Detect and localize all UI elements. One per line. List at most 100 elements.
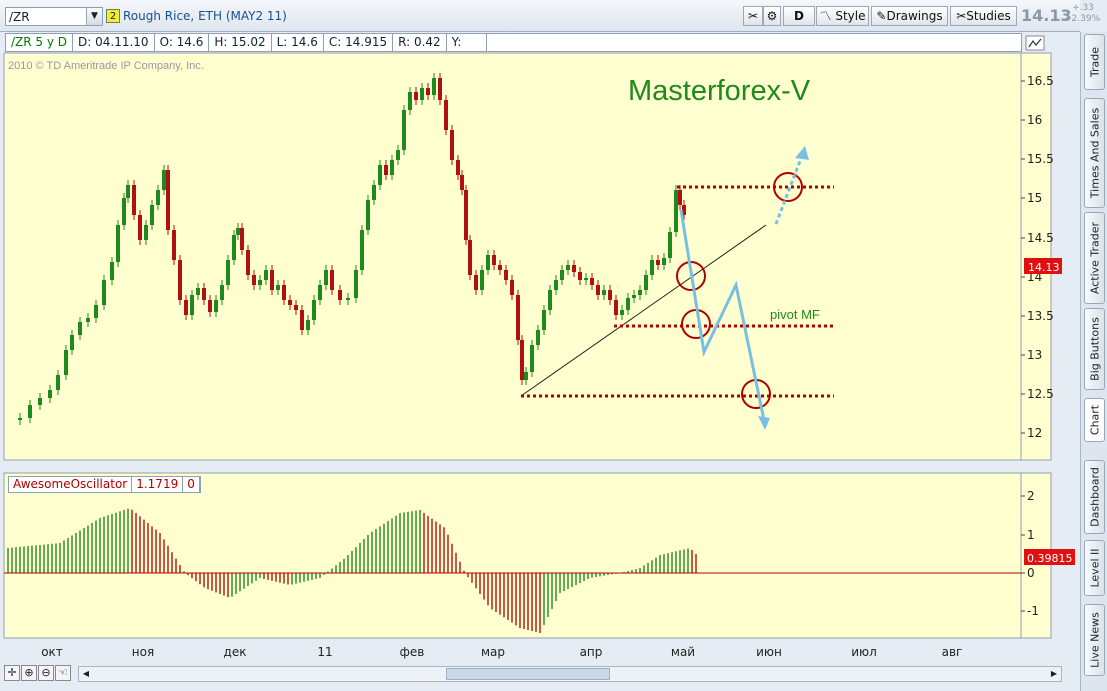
candle-body <box>220 285 224 300</box>
candle-body <box>56 375 60 390</box>
candle-body <box>86 318 90 322</box>
zoom-in-icon[interactable]: ⊕ <box>21 665 37 681</box>
oscillator-name[interactable]: AwesomeOscillator <box>9 477 133 492</box>
candle-body <box>450 130 454 160</box>
horizontal-scrollbar[interactable]: ◀ ▶ <box>78 666 1062 682</box>
candle-body <box>18 418 22 420</box>
oscillator-tick-label: 0 <box>1027 566 1035 580</box>
candle-body <box>602 290 606 295</box>
candle-body <box>64 350 68 375</box>
tab-times-label: Times And Sales <box>1088 107 1101 199</box>
scroll-right-icon[interactable]: ▶ <box>1048 668 1060 680</box>
crosshair-cursor-icon[interactable]: ✛ <box>4 665 20 681</box>
candle-body <box>520 340 524 380</box>
candle-body <box>138 215 142 240</box>
candle-body <box>584 278 588 280</box>
candle-body <box>110 262 114 280</box>
oscillator-value-tag-text: 0.39815 <box>1027 552 1073 565</box>
candle-body <box>464 190 468 240</box>
tab-active-trader-label: Active Trader <box>1088 221 1101 295</box>
candle-body <box>214 300 218 312</box>
candle-body <box>276 285 280 290</box>
candle-body <box>366 200 370 230</box>
zoom-out-icon[interactable]: ⊖ <box>38 665 54 681</box>
candle-body <box>456 160 460 175</box>
price-panel[interactable] <box>3 52 1022 461</box>
candle-body <box>444 100 448 130</box>
time-tick-label: ноя <box>132 645 154 659</box>
scroll-left-icon[interactable]: ◀ <box>80 668 92 680</box>
candle-body <box>48 390 52 398</box>
candle-body <box>626 298 630 310</box>
candle-body <box>246 250 250 275</box>
candle-body <box>426 88 430 95</box>
candle-body <box>208 300 212 312</box>
candle-body <box>530 345 534 372</box>
candle-body <box>318 285 322 300</box>
candle-body <box>468 240 472 275</box>
tab-dashboard[interactable]: Dashboard <box>1084 460 1105 534</box>
time-tick-label: мар <box>481 645 505 659</box>
oscillator-value: 1.1719 <box>132 477 184 492</box>
tab-big-buttons[interactable]: Big Buttons <box>1084 308 1105 390</box>
candle-body <box>650 260 654 275</box>
time-tick-label: июн <box>756 645 782 659</box>
time-tick-label: 11 <box>317 645 332 659</box>
candle-body <box>346 298 350 300</box>
candle-body <box>264 270 268 280</box>
tab-level-ii[interactable]: Level II <box>1084 540 1105 596</box>
oscillator-header[interactable]: AwesomeOscillator 1.1719 0 <box>8 476 201 493</box>
candle-body <box>542 310 546 330</box>
candle-body <box>184 300 188 315</box>
pan-hand-icon[interactable]: ☜ <box>55 665 71 681</box>
candle-body <box>70 335 74 350</box>
candle-body <box>126 185 130 198</box>
candle-body <box>122 198 126 225</box>
candle-body <box>378 165 382 185</box>
candle-body <box>306 320 310 330</box>
tab-times-and-sales[interactable]: Times And Sales <box>1084 98 1105 208</box>
candle-body <box>638 290 642 295</box>
candle-body <box>28 405 32 418</box>
price-tick-label: 15.5 <box>1027 152 1054 166</box>
candle-body <box>524 372 528 380</box>
candle-body <box>236 228 240 235</box>
candle-body <box>150 205 154 225</box>
oscillator-extra: 0 <box>183 477 200 492</box>
time-tick-label: июл <box>851 645 877 659</box>
candle-body <box>258 280 262 285</box>
candle-body <box>486 255 490 270</box>
tab-trade-label: Trade <box>1088 46 1101 78</box>
chart-canvas[interactable]: 2010 © TD Ameritrade IP Company, Inc. Ma… <box>0 0 1107 691</box>
tab-live-news[interactable]: Live News <box>1084 604 1105 676</box>
candle-body <box>202 288 206 300</box>
candle-body <box>644 275 648 290</box>
candle-body <box>510 280 514 295</box>
scroll-thumb[interactable] <box>446 668 610 680</box>
candle-body <box>566 265 570 270</box>
candle-body <box>492 255 496 265</box>
candle-body <box>474 275 478 290</box>
candle-body <box>560 270 564 280</box>
candle-body <box>116 225 120 262</box>
candle-body <box>402 110 406 150</box>
tab-active-trader[interactable]: Active Trader <box>1084 212 1105 304</box>
tab-trade[interactable]: Trade <box>1084 34 1105 90</box>
last-price-tag-text: 14.13 <box>1028 261 1060 274</box>
candle-body <box>102 280 106 305</box>
candle-body <box>396 150 400 160</box>
candle-body <box>252 275 256 285</box>
price-tick-label: 13 <box>1027 348 1042 362</box>
candle-body <box>282 285 286 300</box>
tab-chart[interactable]: Chart <box>1084 398 1105 442</box>
oscillator-tick-label: 1 <box>1027 528 1035 542</box>
candle-body <box>596 285 600 295</box>
time-tick-label: авг <box>942 645 963 659</box>
candle-body <box>324 270 328 285</box>
candle-body <box>156 190 160 205</box>
candle-body <box>240 228 244 250</box>
candle-body <box>172 230 176 260</box>
candle-body <box>390 160 394 175</box>
candle-body <box>190 295 194 315</box>
candle-body <box>668 232 672 258</box>
